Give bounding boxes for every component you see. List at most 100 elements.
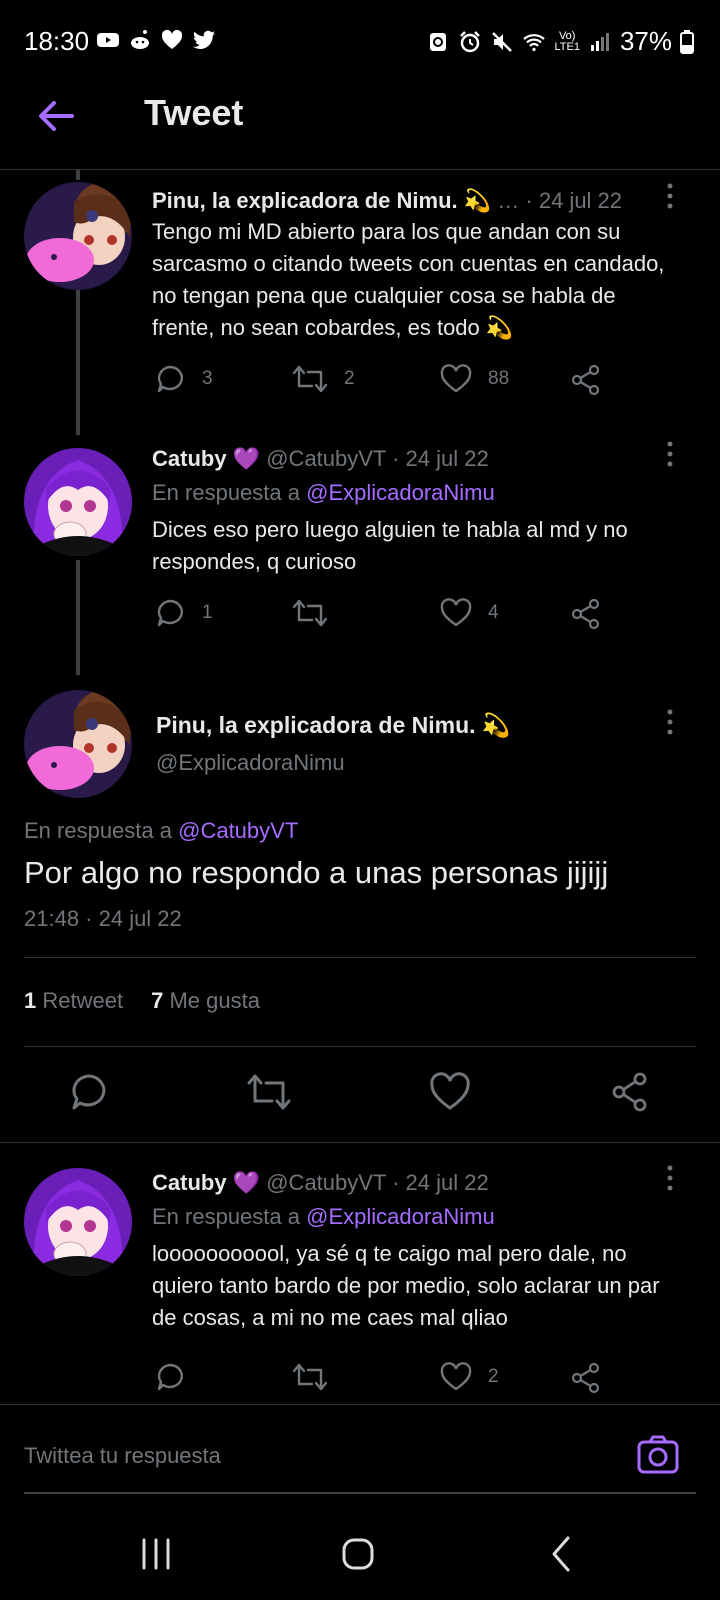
display-name[interactable]: Pinu, la explicadora de Nimu. 💫 xyxy=(156,712,511,739)
dizzy-emoji-icon: 💫 xyxy=(463,188,492,213)
retweet-count: 2 xyxy=(344,368,355,389)
battery-icon xyxy=(680,29,694,54)
retweet-action[interactable] xyxy=(292,598,344,628)
volte-icon: Vo) LTE1 xyxy=(554,29,580,53)
reply-action[interactable]: 3 xyxy=(156,364,213,394)
reply-input[interactable]: Twittea tu respuesta xyxy=(24,1443,221,1469)
status-bar: 18:30 Vo) LTE1 37% xyxy=(0,0,720,80)
focused-actions xyxy=(0,1072,720,1122)
avatar[interactable] xyxy=(24,448,132,556)
retweet-icon xyxy=(292,365,328,393)
tweet-actions: 2 xyxy=(152,1362,622,1402)
retweet-icon xyxy=(292,599,328,627)
like-stat[interactable]: 7 Me gusta xyxy=(151,988,260,1014)
tweet-actions: 3 2 88 xyxy=(152,364,622,404)
divider xyxy=(24,1046,696,1047)
tweet-text: Tengo mi MD abierto para los que andan c… xyxy=(152,219,665,340)
divider xyxy=(24,957,696,958)
tweet-timestamp: 21:48 · 24 jul 22 xyxy=(24,906,182,931)
page-title: Tweet xyxy=(144,92,244,133)
more-options-icon[interactable] xyxy=(660,440,680,468)
share-action[interactable] xyxy=(570,1362,602,1394)
retweet-action[interactable] xyxy=(292,1362,344,1392)
user-handle[interactable]: @ExplicadoraNimu xyxy=(156,750,345,776)
more-options-icon[interactable] xyxy=(660,708,680,736)
reply-composer: Twittea tu respuesta xyxy=(0,1404,720,1494)
home-icon[interactable] xyxy=(336,1532,380,1576)
reply-tweet[interactable]: Catuby 💜 @CatubyVT · 24 jul 22 En respue… xyxy=(0,1148,720,1404)
more-options-icon[interactable] xyxy=(660,1164,680,1192)
reply-icon xyxy=(157,365,183,393)
nfc-icon xyxy=(430,32,447,51)
reply-icon[interactable] xyxy=(70,1072,110,1112)
like-heart-icon xyxy=(440,1362,472,1391)
tweet-text: Dices eso pero luego alguien te habla al… xyxy=(152,517,628,574)
mention-link[interactable]: @CatubyVT xyxy=(178,818,298,843)
display-name[interactable]: Catuby xyxy=(152,1170,227,1195)
composer-underline xyxy=(24,1492,696,1494)
battery-percent: 37% xyxy=(619,26,672,56)
tweet-text: looooooooool, ya sé q te caigo mal pero … xyxy=(152,1241,660,1330)
reddit-icon xyxy=(131,30,149,49)
purple-heart-emoji-icon: 💜 xyxy=(232,446,261,471)
alarm-icon xyxy=(460,30,481,52)
tweet-header: Catuby 💜 @CatubyVT · 24 jul 22 xyxy=(152,446,489,472)
avatar[interactable] xyxy=(24,182,132,290)
tweet-stats: 1 Retweet 7 Me gusta xyxy=(24,988,260,1014)
back-nav-icon[interactable] xyxy=(540,1532,584,1576)
share-icon xyxy=(571,364,600,396)
tweet-meta: @CatubyVT · 24 jul 22 xyxy=(266,446,489,471)
recent-apps-icon[interactable] xyxy=(134,1532,178,1576)
display-name[interactable]: Catuby xyxy=(152,446,227,471)
heart-icon xyxy=(161,29,183,49)
reply-icon xyxy=(157,1363,183,1391)
avatar[interactable] xyxy=(24,1168,132,1276)
display-name[interactable]: Pinu, la explicadora de Nimu. xyxy=(152,188,458,213)
avatar[interactable] xyxy=(24,690,132,798)
status-time: 18:30 xyxy=(24,26,90,56)
reply-action[interactable] xyxy=(156,1362,202,1392)
share-action[interactable] xyxy=(570,598,602,630)
share-icon[interactable] xyxy=(610,1072,650,1112)
like-heart-icon[interactable] xyxy=(430,1072,470,1112)
purple-heart-emoji-icon: 💜 xyxy=(232,1170,261,1195)
like-count: 4 xyxy=(488,602,499,623)
more-options-icon[interactable] xyxy=(660,182,680,210)
thread-tweet[interactable]: Catuby 💜 @CatubyVT · 24 jul 22 En respue… xyxy=(0,438,720,678)
camera-icon[interactable] xyxy=(636,1433,680,1477)
reply-count: 1 xyxy=(202,602,213,623)
tweet-meta: @CatubyVT · 24 jul 22 xyxy=(266,1170,489,1195)
system-nav-bar xyxy=(0,1510,720,1600)
like-action[interactable]: 2 xyxy=(440,1362,499,1392)
app-header: Tweet xyxy=(0,80,720,170)
tweet-meta: … · 24 jul 22 xyxy=(497,188,623,213)
retweet-stat[interactable]: 1 Retweet xyxy=(24,988,123,1014)
retweet-icon xyxy=(292,1363,328,1391)
reply-context: En respuesta a @CatubyVT xyxy=(24,818,299,843)
share-icon xyxy=(571,1362,600,1394)
retweet-icon[interactable] xyxy=(246,1072,292,1112)
reply-action[interactable]: 1 xyxy=(156,598,213,628)
tweet-actions: 1 4 xyxy=(152,598,622,638)
retweet-action[interactable]: 2 xyxy=(292,364,355,394)
like-count: 88 xyxy=(488,368,510,389)
like-action[interactable]: 4 xyxy=(440,598,499,628)
reply-count: 3 xyxy=(202,368,213,389)
signal-icon xyxy=(590,32,609,51)
share-icon xyxy=(571,598,600,630)
tweet-header: Catuby 💜 @CatubyVT · 24 jul 22 xyxy=(152,1170,489,1196)
back-arrow-icon[interactable] xyxy=(36,96,76,136)
tweet-header: Pinu, la explicadora de Nimu. 💫 … · 24 j… xyxy=(152,188,622,214)
like-heart-icon xyxy=(440,364,472,393)
like-action[interactable]: 88 xyxy=(440,364,509,394)
share-action[interactable] xyxy=(570,364,602,396)
thread-tweet[interactable]: Pinu, la explicadora de Nimu. 💫 … · 24 j… xyxy=(0,170,720,440)
mention-link[interactable]: @ExplicadoraNimu xyxy=(306,1204,495,1229)
tweet-text: Por algo no respondo a unas personas jij… xyxy=(24,855,609,890)
youtube-icon xyxy=(97,33,119,47)
like-heart-icon xyxy=(440,598,472,627)
wifi-icon xyxy=(523,33,546,51)
reply-icon xyxy=(157,599,183,627)
mention-link[interactable]: @ExplicadoraNimu xyxy=(306,480,495,505)
twitter-icon xyxy=(193,30,215,49)
